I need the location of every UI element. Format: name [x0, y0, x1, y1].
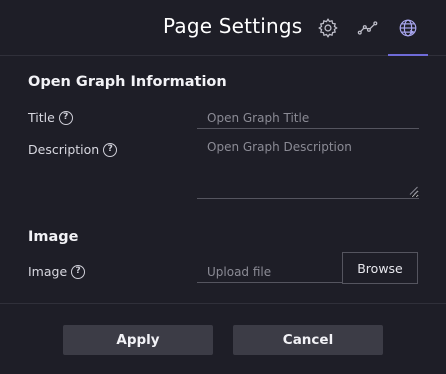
og-description-input[interactable]	[197, 140, 419, 199]
help-icon[interactable]: ?	[103, 142, 118, 157]
analytics-icon	[357, 21, 378, 35]
upload-file-input[interactable]	[197, 262, 343, 283]
header: Page Settings	[0, 0, 446, 56]
help-icon[interactable]: ?	[71, 264, 86, 279]
help-icon[interactable]: ?	[58, 110, 73, 125]
image-section-title: Image	[28, 229, 79, 245]
image-label-row: Image ?	[28, 264, 86, 279]
browse-button[interactable]: Browse	[342, 252, 418, 284]
description-label-row: Description ?	[28, 142, 118, 157]
apply-button[interactable]: Apply	[63, 325, 213, 355]
image-label: Image	[28, 264, 68, 279]
analytics-tab[interactable]	[354, 13, 382, 43]
title-label: Title	[28, 110, 55, 125]
footer-divider	[0, 303, 446, 304]
open-graph-section-title: Open Graph Information	[28, 74, 227, 90]
globe-icon	[399, 19, 417, 37]
og-title-input[interactable]	[197, 108, 419, 129]
open-graph-tab[interactable]	[388, 13, 428, 56]
resize-handle-icon[interactable]	[409, 186, 418, 195]
gear-icon	[318, 18, 338, 38]
page-title: Page Settings	[163, 14, 303, 38]
settings-tab[interactable]	[314, 13, 342, 43]
title-label-row: Title ?	[28, 110, 73, 125]
description-label: Description	[28, 142, 100, 157]
cancel-button[interactable]: Cancel	[233, 325, 383, 355]
